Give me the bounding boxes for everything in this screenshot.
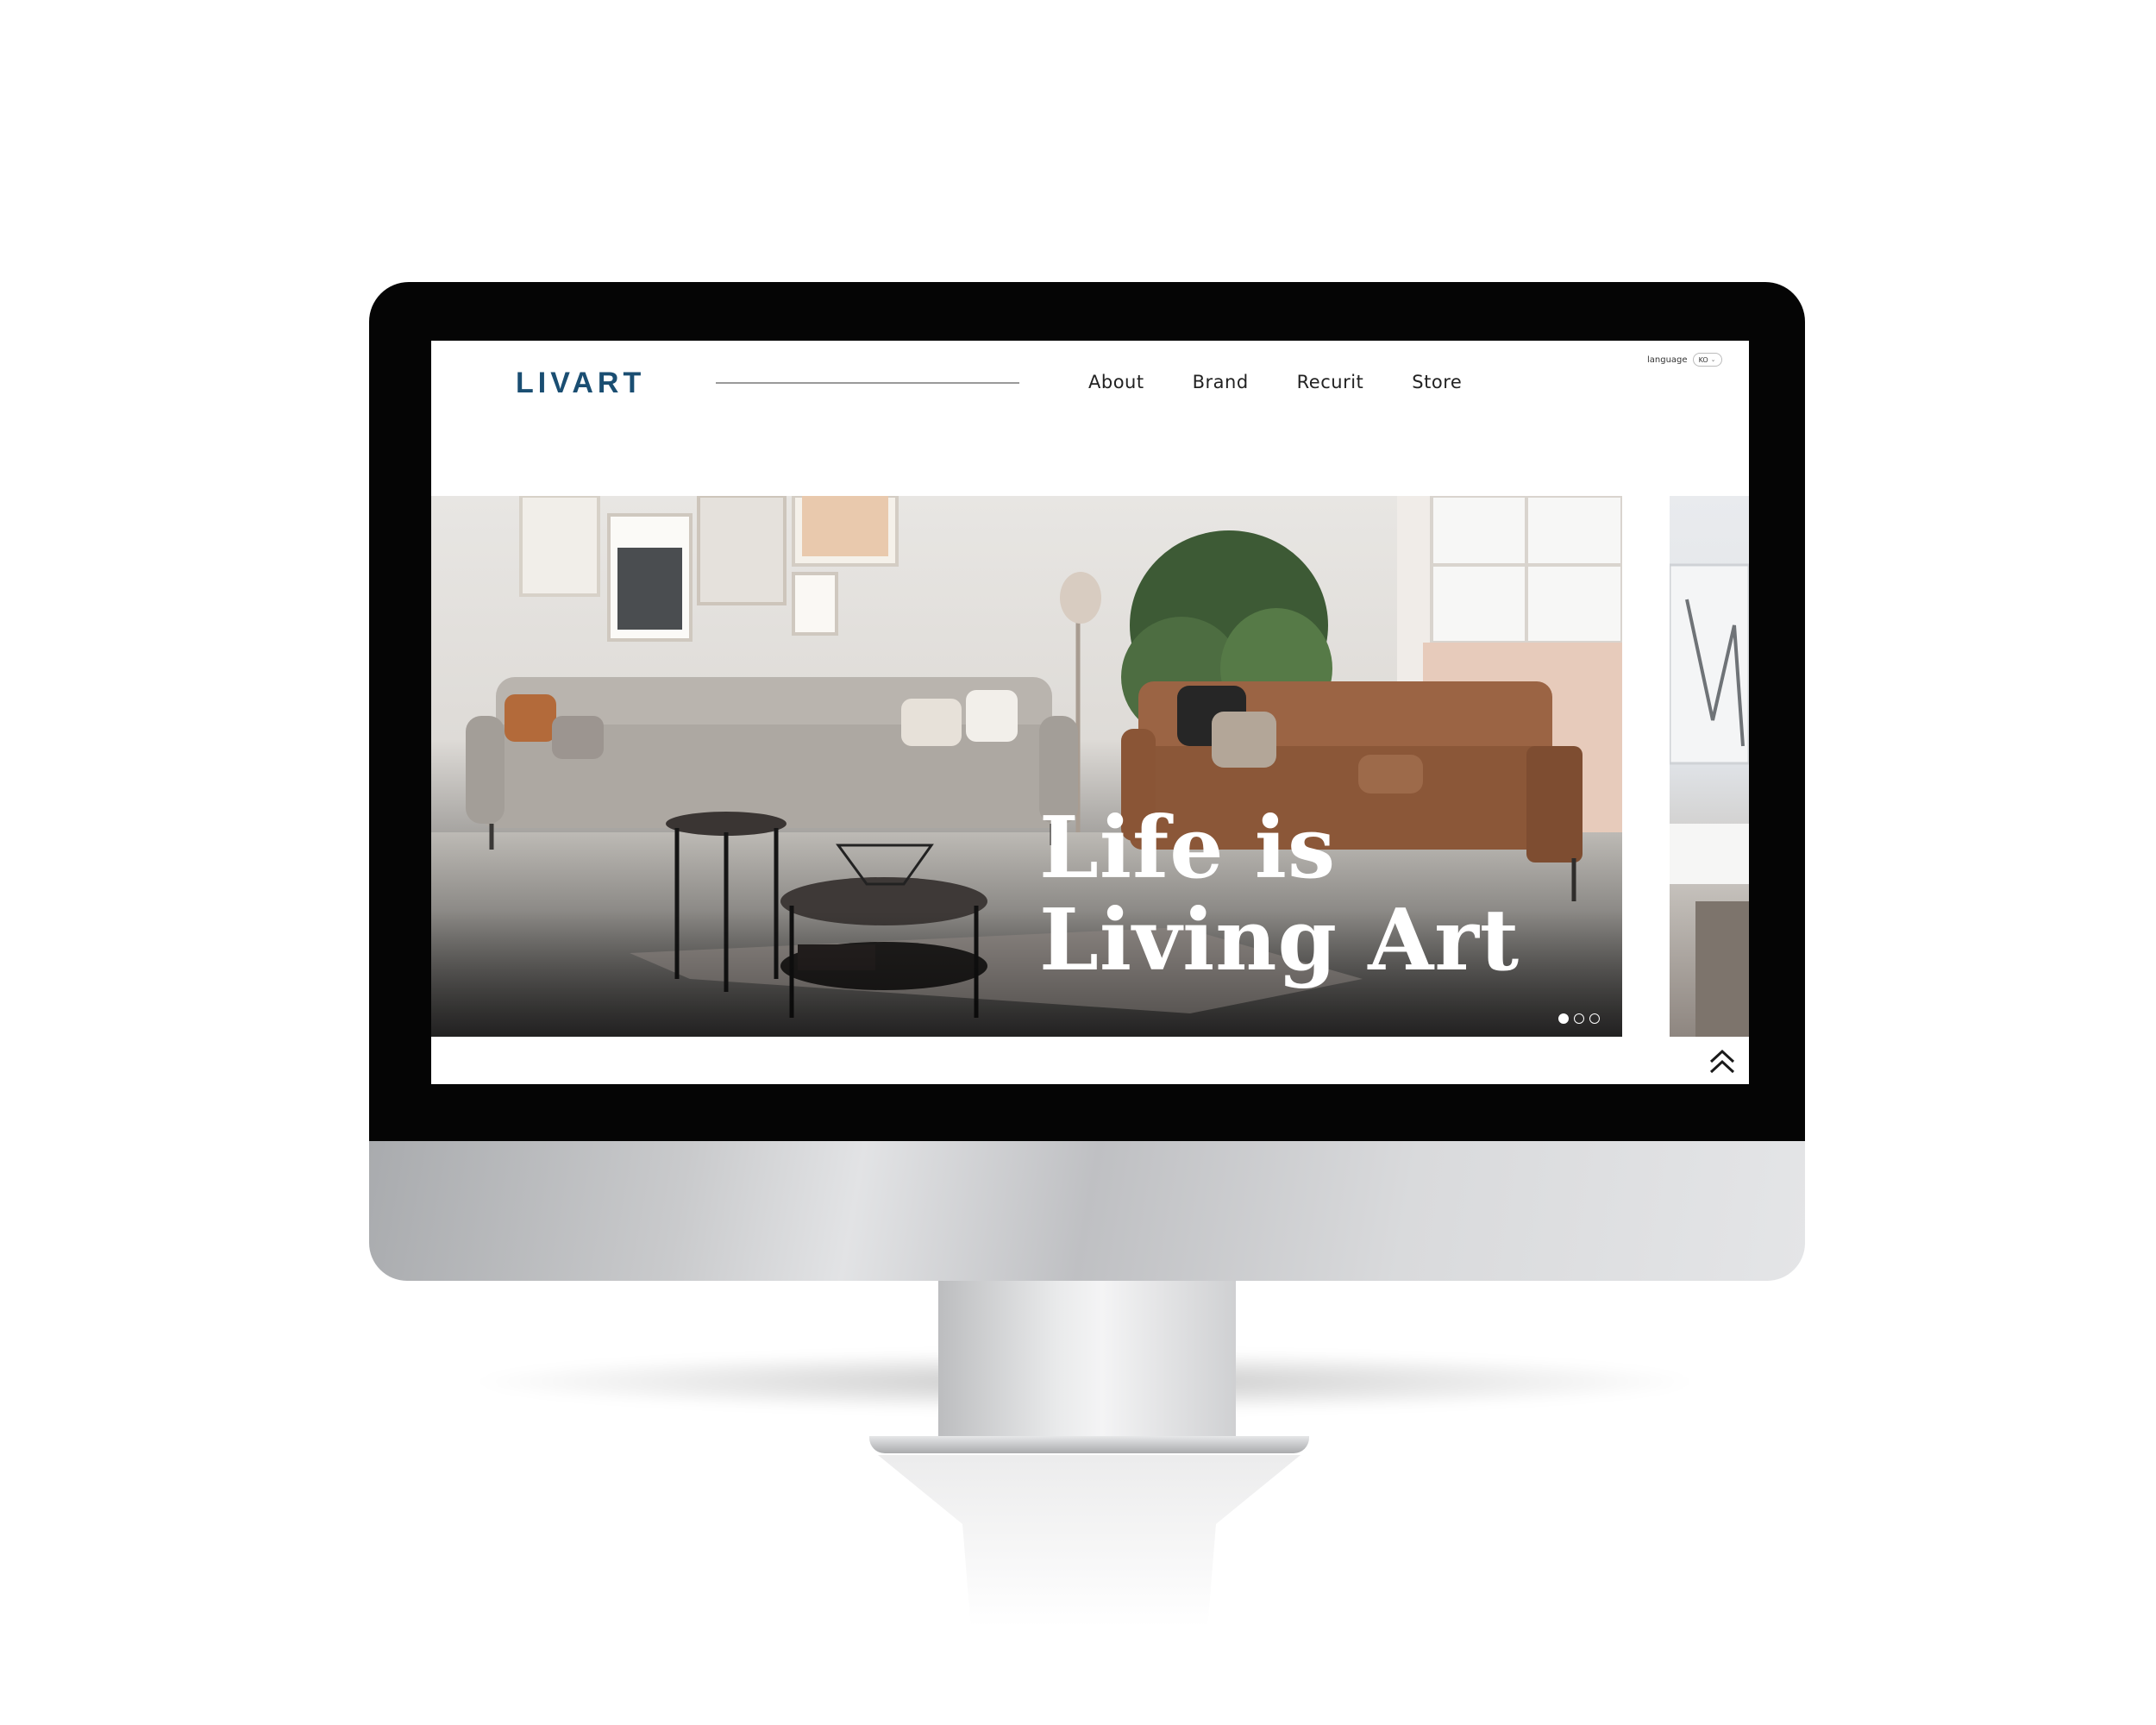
monitor-chin: [369, 1141, 1805, 1281]
main-nav: About Brand Recurit Store: [1088, 372, 1462, 392]
hero-title-line1: Life is: [1039, 799, 1337, 898]
next-slide-preview[interactable]: [1670, 496, 1749, 1037]
hero-slide[interactable]: Life is Living Art: [431, 496, 1622, 1037]
website-screen: LIVART About Brand Recurit Store languag…: [431, 341, 1749, 1084]
language-selected-value: KO: [1698, 355, 1708, 364]
slider-pagination: [1558, 1013, 1600, 1024]
nav-item-about[interactable]: About: [1088, 372, 1144, 392]
nav-item-store[interactable]: Store: [1412, 372, 1462, 392]
nav-item-recurit[interactable]: Recurit: [1297, 372, 1364, 392]
hero-title: Life is Living Art: [1039, 802, 1520, 987]
language-label: language: [1647, 354, 1688, 365]
slider-dot-2[interactable]: [1574, 1013, 1584, 1024]
monitor-stand-foot: [869, 1436, 1309, 1453]
language-switcher: language KO ⌄: [1647, 353, 1722, 367]
language-select[interactable]: KO ⌄: [1692, 353, 1722, 367]
site-logo[interactable]: LIVART: [516, 367, 645, 400]
slider-dot-1[interactable]: [1558, 1013, 1569, 1024]
stand-reflection: [878, 1455, 1300, 1628]
double-chevron-up-icon: [1709, 1049, 1735, 1074]
scroll-top-button[interactable]: [1708, 1046, 1737, 1076]
monitor-stand-neck: [938, 1281, 1236, 1440]
next-slide-image: [1670, 563, 1749, 1037]
nav-item-brand[interactable]: Brand: [1193, 372, 1249, 392]
header-divider: [716, 382, 1019, 384]
slider-dot-3[interactable]: [1589, 1013, 1600, 1024]
chevron-down-icon: ⌄: [1710, 356, 1716, 363]
hero-title-line2: Living Art: [1039, 891, 1520, 990]
